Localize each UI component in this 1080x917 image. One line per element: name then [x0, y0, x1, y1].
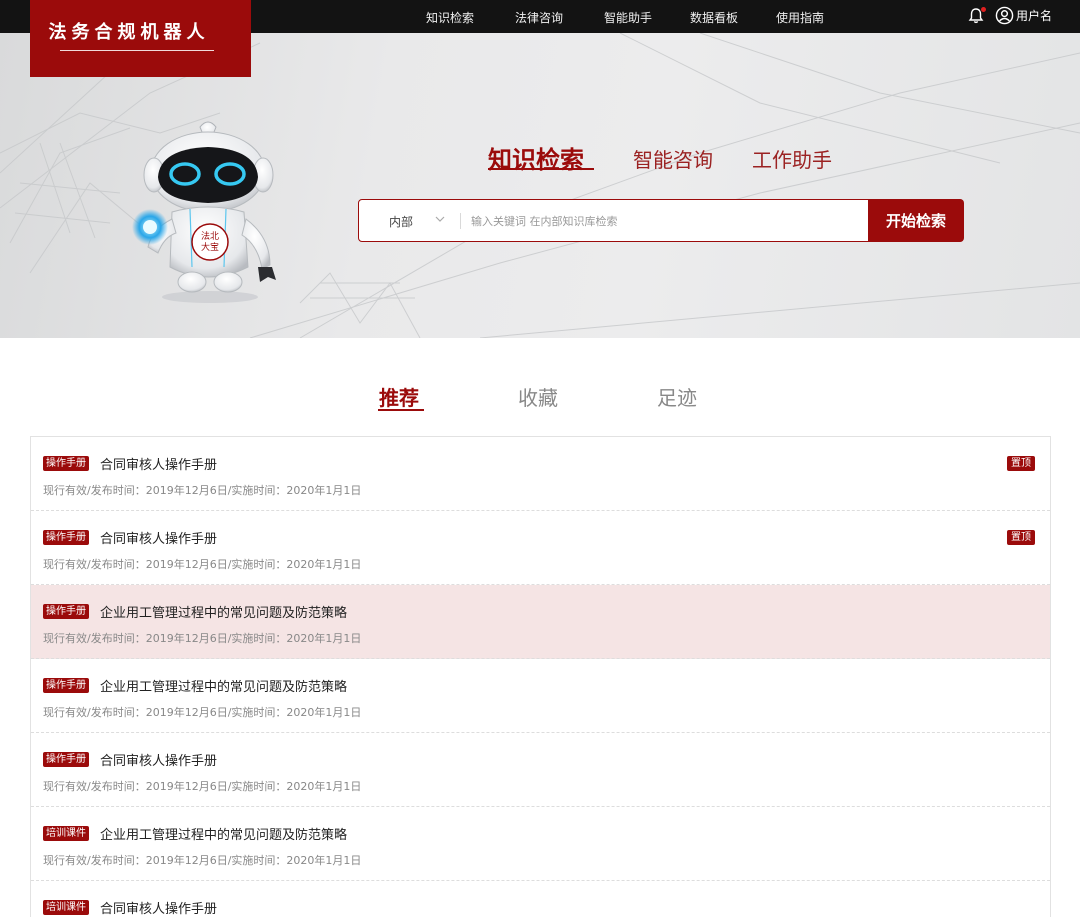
tab-favorites[interactable]: 收藏 [518, 382, 558, 411]
robot-mascot: 法北大宝 [132, 121, 276, 303]
app-logo[interactable]: 法务合规机器人 [30, 0, 251, 77]
pinned-badge: 置顶 [1007, 530, 1035, 545]
nav-item-dashboard[interactable]: 数据看板 [690, 9, 738, 26]
list-item[interactable]: 操作手册 合同审核人操作手册 现行有效/发布时间：2019年12月6日/实施时间… [31, 437, 1050, 511]
list-item[interactable]: 操作手册 合同审核人操作手册 现行有效/发布时间：2019年12月6日/实施时间… [31, 733, 1050, 807]
document-meta: 现行有效/发布时间：2019年12月6日/实施时间：2020年1月1日 [43, 854, 362, 867]
logo-underline [60, 50, 214, 51]
document-meta: 现行有效/发布时间：2019年12月6日/实施时间：2020年1月1日 [43, 780, 362, 793]
document-title[interactable]: 合同审核人操作手册 [100, 454, 217, 473]
logo-title: 法务合规机器人 [48, 22, 210, 43]
document-title[interactable]: 合同审核人操作手册 [100, 750, 217, 769]
list-item[interactable]: 培训课件 企业用工管理过程中的常见问题及防范策略 现行有效/发布时间：2019年… [31, 807, 1050, 881]
document-list: 操作手册 合同审核人操作手册 现行有效/发布时间：2019年12月6日/实施时间… [30, 436, 1051, 917]
search-input[interactable] [471, 208, 851, 234]
list-tab-underline [378, 409, 424, 411]
document-title[interactable]: 合同审核人操作手册 [100, 898, 217, 917]
hero-banner: 法北大宝 [0, 33, 1080, 338]
document-title[interactable]: 合同审核人操作手册 [100, 528, 217, 547]
document-title[interactable]: 企业用工管理过程中的常见问题及防范策略 [100, 824, 347, 843]
document-meta: 现行有效/发布时间：2019年12月6日/实施时间：2020年1月1日 [43, 632, 362, 645]
search-box: 内部 开始检索 [358, 199, 964, 242]
category-tag: 培训课件 [43, 900, 89, 915]
document-title[interactable]: 企业用工管理过程中的常见问题及防范策略 [100, 676, 347, 695]
nav-item-smart-assistant[interactable]: 智能助手 [604, 9, 652, 26]
nav-item-knowledge-search[interactable]: 知识检索 [426, 9, 474, 26]
chevron-down-icon[interactable] [435, 214, 445, 224]
robot-badge-text: 法北大宝 [201, 230, 219, 253]
document-title[interactable]: 企业用工管理过程中的常见问题及防范策略 [100, 602, 347, 621]
list-item[interactable]: 操作手册 企业用工管理过程中的常见问题及防范策略 现行有效/发布时间：2019年… [31, 585, 1050, 659]
scope-divider [460, 213, 461, 229]
nav-item-user-guide[interactable]: 使用指南 [776, 9, 824, 26]
user-avatar-icon [995, 6, 1014, 25]
tab-recommended[interactable]: 推荐 [379, 382, 419, 411]
document-meta: 现行有效/发布时间：2019年12月6日/实施时间：2020年1月1日 [43, 484, 362, 497]
category-tag: 操作手册 [43, 604, 89, 619]
search-tab-work-assistant[interactable]: 工作助手 [752, 144, 832, 173]
category-tag: 操作手册 [43, 752, 89, 767]
search-button[interactable]: 开始检索 [868, 199, 964, 242]
category-tag: 操作手册 [43, 530, 89, 545]
category-tag: 培训课件 [43, 826, 89, 841]
document-meta: 现行有效/发布时间：2019年12月6日/实施时间：2020年1月1日 [43, 558, 362, 571]
search-tab-smart-consult[interactable]: 智能咨询 [633, 144, 713, 173]
username-label: 用户名 [1016, 9, 1053, 23]
category-tag: 操作手册 [43, 678, 89, 693]
category-tag: 操作手册 [43, 456, 89, 471]
notification-dot [981, 7, 986, 12]
list-item[interactable]: 培训课件 合同审核人操作手册 [31, 881, 1050, 917]
document-meta: 现行有效/发布时间：2019年12月6日/实施时间：2020年1月1日 [43, 706, 362, 719]
list-item[interactable]: 操作手册 合同审核人操作手册 现行有效/发布时间：2019年12月6日/实施时间… [31, 511, 1050, 585]
pinned-badge: 置顶 [1007, 456, 1035, 471]
scope-select[interactable]: 内部 [389, 213, 413, 230]
user-menu[interactable]: 用户名 [995, 6, 1052, 25]
tab-history[interactable]: 足迹 [657, 382, 697, 411]
search-tab-underline [488, 168, 594, 170]
list-item[interactable]: 操作手册 企业用工管理过程中的常见问题及防范策略 现行有效/发布时间：2019年… [31, 659, 1050, 733]
nav-item-legal-consult[interactable]: 法律咨询 [515, 9, 563, 26]
